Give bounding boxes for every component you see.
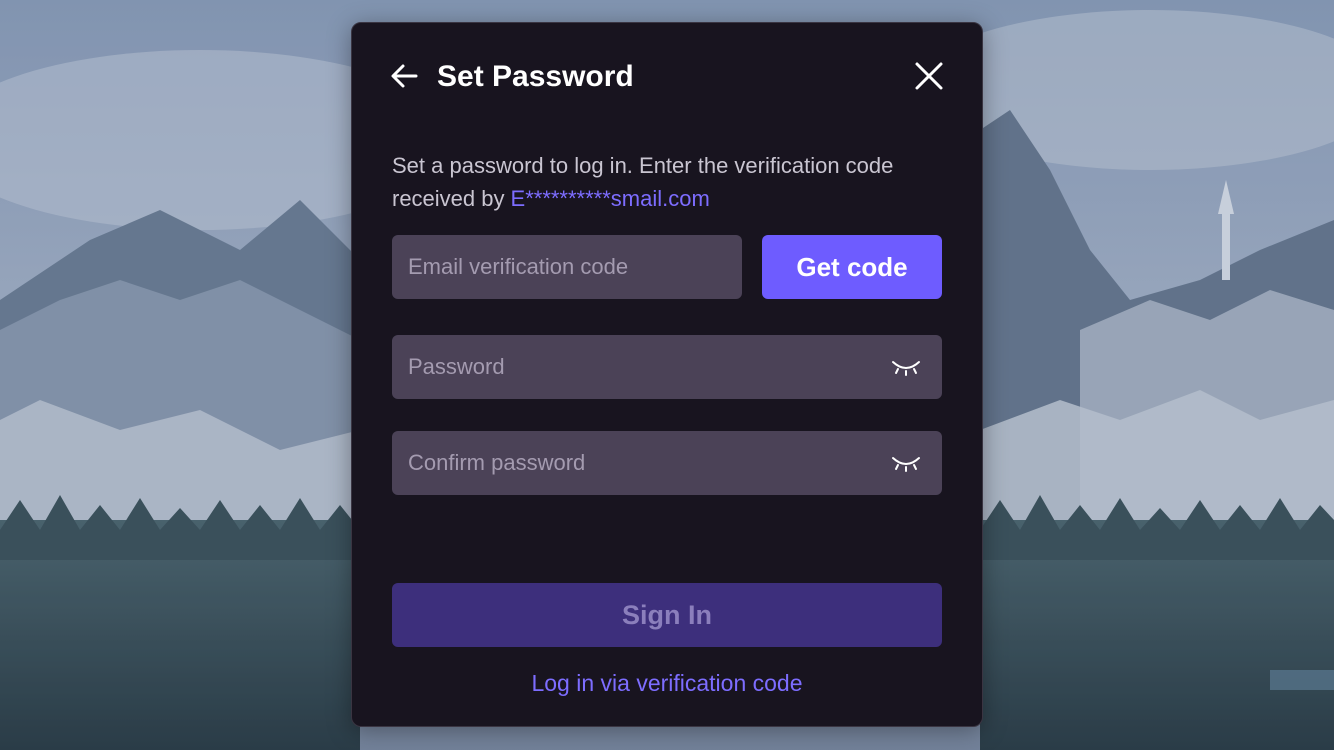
verification-code-input[interactable] bbox=[392, 235, 742, 299]
eye-closed-icon bbox=[892, 361, 920, 376]
masked-email: E**********smail.com bbox=[510, 186, 710, 211]
confirm-password-input[interactable] bbox=[392, 431, 942, 495]
close-icon bbox=[915, 62, 943, 90]
set-password-dialog: Set Password Set a password to log in. E… bbox=[351, 22, 983, 727]
back-button[interactable] bbox=[388, 59, 422, 93]
verification-code-field[interactable] bbox=[392, 235, 742, 299]
password-visibility-toggle[interactable] bbox=[890, 355, 922, 379]
eye-closed-icon bbox=[892, 457, 920, 472]
dialog-description: Set a password to log in. Enter the veri… bbox=[392, 149, 952, 215]
get-code-button[interactable]: Get code bbox=[762, 235, 942, 299]
sign-in-button[interactable]: Sign In bbox=[392, 583, 942, 647]
login-via-code-link[interactable]: Log in via verification code bbox=[352, 667, 982, 699]
password-input[interactable] bbox=[392, 335, 942, 399]
password-field[interactable] bbox=[392, 335, 942, 399]
confirm-password-field[interactable] bbox=[392, 431, 942, 495]
arrow-left-icon bbox=[391, 64, 418, 88]
dialog-title: Set Password bbox=[437, 60, 634, 93]
app-background: Set Password Set a password to log in. E… bbox=[0, 0, 1334, 750]
close-button[interactable] bbox=[912, 59, 946, 93]
confirm-password-visibility-toggle[interactable] bbox=[890, 451, 922, 475]
